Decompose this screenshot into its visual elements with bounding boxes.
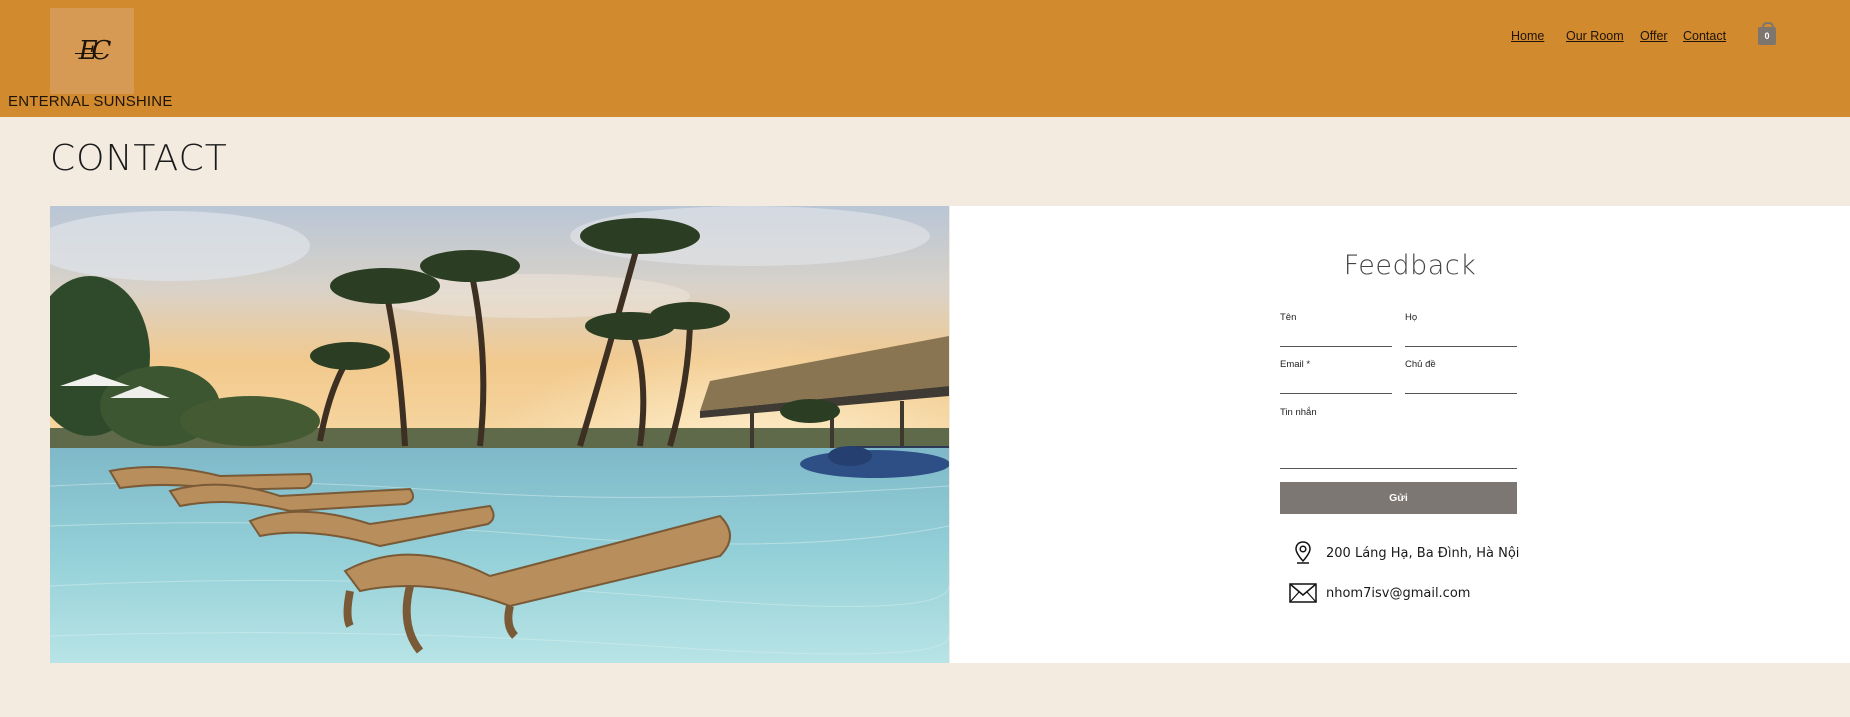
nav-offer-link[interactable]: Offer xyxy=(1640,29,1668,43)
first-name-label: Tên xyxy=(1280,312,1297,323)
last-name-label: Họ xyxy=(1405,312,1418,323)
first-name-field[interactable]: Tên xyxy=(1280,312,1392,347)
nav-contact-link[interactable]: Contact xyxy=(1683,29,1726,43)
resort-pool-photo xyxy=(50,206,949,663)
feedback-title: Feedback xyxy=(1343,250,1477,281)
cart-button[interactable]: 0 xyxy=(1757,22,1777,46)
message-label: Tin nhắn xyxy=(1280,407,1317,418)
site-header: EC ENTERNAL SUNSHINE Home Our Room Offer… xyxy=(0,0,1850,117)
subject-label: Chủ đề xyxy=(1405,359,1436,370)
nav-our-room-link[interactable]: Our Room xyxy=(1566,29,1624,43)
site-logo[interactable]: EC xyxy=(50,8,134,94)
email-row: nhom7isv@gmail.com xyxy=(1286,583,1470,603)
email-text[interactable]: nhom7isv@gmail.com xyxy=(1326,586,1470,601)
last-name-field[interactable]: Họ xyxy=(1405,312,1517,347)
location-pin-icon xyxy=(1286,541,1320,565)
submit-button[interactable]: Gửi xyxy=(1280,482,1517,514)
address-row: 200 Láng Hạ, Ba Đình, Hà Nội xyxy=(1286,541,1519,565)
brand-name: ENTERNAL SUNSHINE xyxy=(8,93,173,110)
email-field[interactable]: Email * xyxy=(1280,359,1392,394)
main-nav: Home Our Room Offer Contact xyxy=(0,29,1850,47)
subject-field[interactable]: Chủ đề xyxy=(1405,359,1517,394)
page-title: CONTACT xyxy=(50,138,228,179)
email-label: Email * xyxy=(1280,359,1311,370)
envelope-icon xyxy=(1286,583,1320,603)
nav-home-link[interactable]: Home xyxy=(1511,29,1544,43)
address-text: 200 Láng Hạ, Ba Đình, Hà Nội xyxy=(1326,545,1520,561)
message-field[interactable]: Tin nhắn xyxy=(1280,407,1517,469)
cart-count: 0 xyxy=(1764,31,1770,41)
